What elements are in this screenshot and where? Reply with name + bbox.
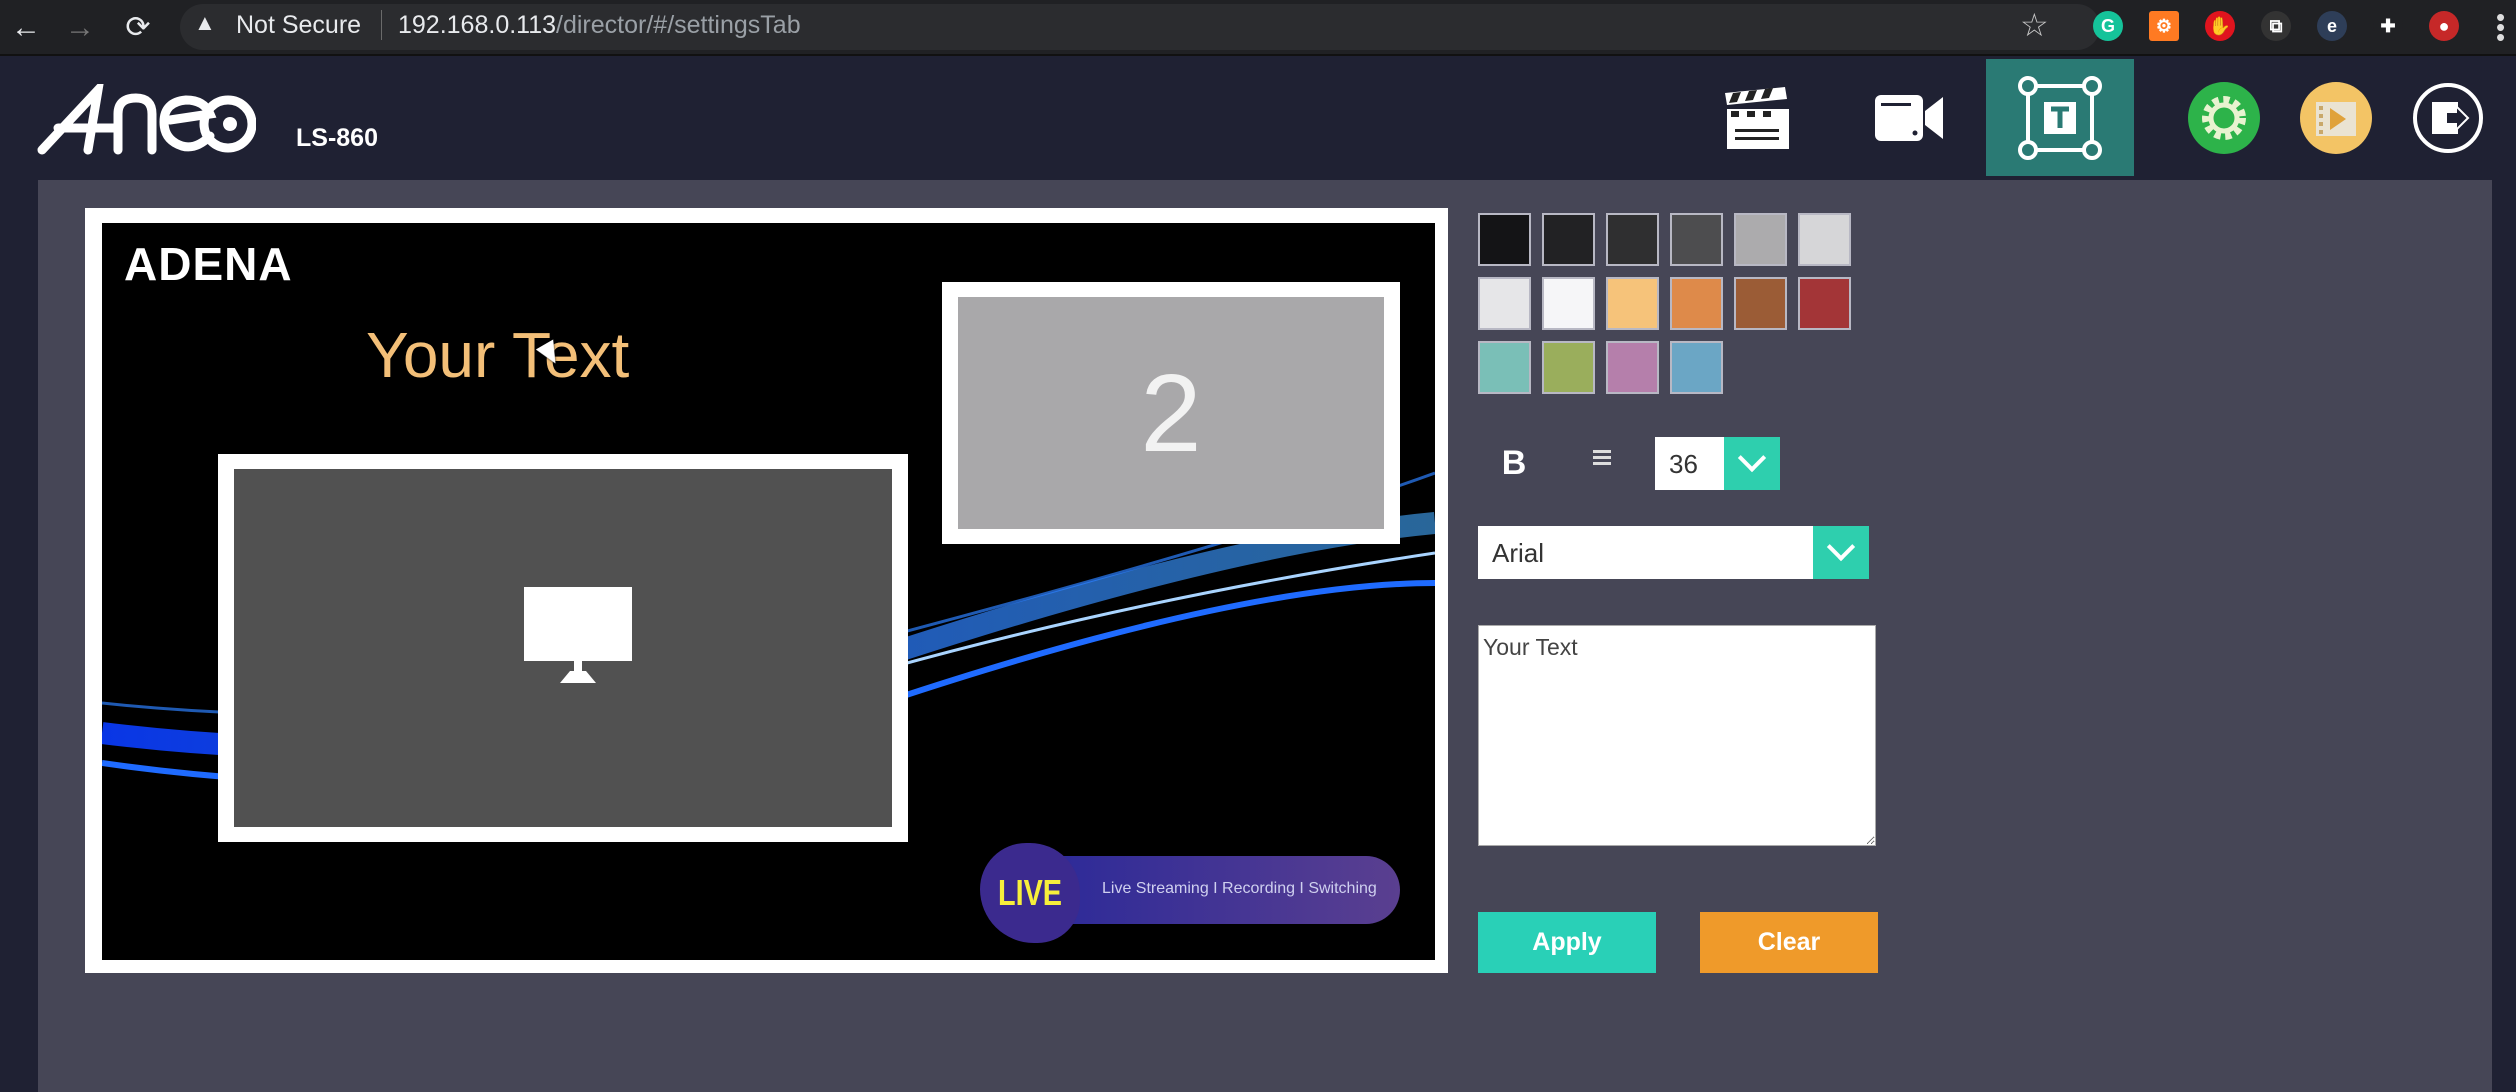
grammarly-extension-icon[interactable]: G (2093, 11, 2123, 41)
color-swatch[interactable] (1606, 341, 1659, 394)
url-path: /director/#/settingsTab (556, 11, 801, 39)
address-divider (381, 10, 382, 40)
gear-icon (2188, 81, 2260, 154)
nav-director[interactable] (1683, 59, 1831, 176)
color-swatch[interactable] (1734, 213, 1787, 266)
font-family-value: Arial (1492, 538, 1545, 568)
text-frame-icon (2018, 75, 2102, 160)
apply-button[interactable]: Apply (1478, 912, 1656, 973)
warning-icon[interactable]: ▲ (194, 10, 216, 36)
chevron-down-icon (1826, 533, 1856, 562)
media-film-icon (2300, 81, 2372, 154)
monitor-icon (524, 587, 632, 683)
font-family-dropdown-button[interactable] (1813, 526, 1869, 579)
profile-extension-icon[interactable]: ● (2429, 11, 2459, 41)
secondary-window-label: 2 (958, 297, 1384, 529)
arec-logo (36, 76, 257, 163)
main-video-window[interactable] (218, 454, 908, 842)
color-swatch[interactable] (1478, 213, 1531, 266)
color-swatch[interactable] (1798, 277, 1851, 330)
color-swatch[interactable] (1542, 341, 1595, 394)
color-swatch[interactable] (1670, 277, 1723, 330)
live-label: LIVE (997, 872, 1062, 913)
overlay-text-input[interactable]: Your Text (1478, 625, 1876, 846)
overlay-text[interactable]: Your Text (366, 318, 629, 392)
color-swatch[interactable] (1478, 277, 1531, 330)
bookmark-star-icon[interactable]: ☆ (2020, 6, 2049, 44)
adblock-extension-icon[interactable]: ✋ (2205, 11, 2235, 41)
bold-button[interactable]: B (1494, 443, 1534, 483)
url-host: 192.168.0.113 (398, 11, 557, 39)
font-family-select[interactable]: Arial (1478, 526, 1869, 579)
app-header (0, 56, 2516, 180)
overlay-preview[interactable]: ADENA Your Text 2 LIVE Live Streaming I … (102, 223, 1435, 960)
puzzle-extension-icon[interactable]: ✚ (2373, 11, 2403, 41)
logout-icon (2413, 82, 2483, 153)
reload-icon[interactable]: ⟳ (118, 8, 158, 48)
nav-text-overlay[interactable] (1986, 59, 2134, 176)
secondary-video-window[interactable]: 2 (942, 282, 1400, 544)
nav-logout[interactable] (2374, 59, 2516, 176)
align-menu-icon[interactable] (1587, 447, 1617, 487)
security-status[interactable]: Not Secure (236, 11, 361, 40)
color-swatch[interactable] (1670, 341, 1723, 394)
device-model: LS-860 (296, 124, 378, 152)
hubspot-extension-icon[interactable]: ⚙ (2149, 11, 2179, 41)
url-text[interactable]: 192.168.0.113/director/#/settingsTab (398, 11, 801, 40)
color-swatch[interactable] (1670, 213, 1723, 266)
browser-menu-icon[interactable]: • • • (2496, 4, 2505, 50)
clapperboard-icon (1725, 86, 1789, 149)
browser-toolbar: ← → ⟳ ▲ Not Secure 192.168.0.113/directo… (0, 0, 2516, 56)
nav-camera[interactable] (1835, 59, 1983, 176)
e-extension-icon[interactable]: e (2317, 11, 2347, 41)
font-size-dropdown-button[interactable] (1724, 437, 1780, 490)
font-size-value: 36 (1669, 449, 1698, 479)
color-swatch[interactable] (1606, 277, 1659, 330)
chevron-down-icon (1737, 444, 1767, 473)
color-swatch[interactable] (1798, 213, 1851, 266)
color-swatch[interactable] (1542, 277, 1595, 330)
font-size-select[interactable]: 36 (1655, 437, 1780, 490)
live-tagline: Live Streaming I Recording I Switching (1102, 880, 1377, 897)
main-video-window-content (234, 469, 892, 827)
color-swatch[interactable] (1478, 341, 1531, 394)
color-swatch[interactable] (1606, 213, 1659, 266)
video-camera-icon (1875, 94, 1943, 141)
clear-button[interactable]: Clear (1700, 912, 1878, 973)
back-icon[interactable]: ← (6, 8, 46, 48)
adena-logo: ADENA (124, 238, 293, 290)
color-swatch[interactable] (1734, 277, 1787, 330)
forward-icon[interactable]: → (60, 8, 100, 48)
dual-window-extension-icon[interactable]: ⧉ (2261, 11, 2291, 41)
color-swatch[interactable] (1542, 213, 1595, 266)
